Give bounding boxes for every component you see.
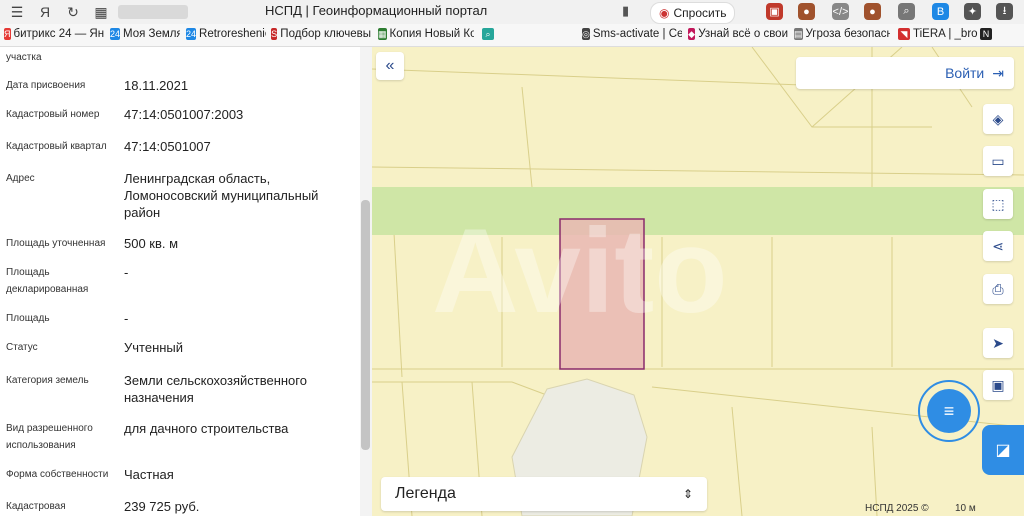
s-icon: S (271, 28, 278, 40)
share-icon: ⋖ (992, 237, 1004, 254)
extension-bear-icon[interactable]: ● (798, 3, 815, 20)
bookmark-item[interactable]: ◆ Узнай всё о свои (688, 28, 788, 40)
menu-icon[interactable]: ☰ (6, 1, 28, 23)
navigation-arrow-icon: ➤ (992, 334, 1004, 351)
doc-icon: ▤ (794, 28, 803, 40)
browser-toolbar: ☰ Я ↻ ▦ НСПД | Геоинформационный портал … (0, 0, 1024, 24)
ask-button[interactable]: ◉ Спросить (650, 2, 736, 24)
downloads-icon[interactable]: ⭳ (996, 3, 1013, 20)
page-title: НСПД | Геоинформационный портал (265, 3, 488, 18)
favicon-icon: ▦ (94, 3, 108, 20)
bookmark-item[interactable]: ▦ Копия Новый Кон (378, 28, 474, 40)
bookmark-item[interactable]: ◥ TiERA | _bro (898, 28, 978, 40)
search-bookmark-icon[interactable]: ⌕ (482, 28, 494, 40)
chat-bubble-icon: ◪ (995, 442, 1011, 459)
layers-icon: ◈ (992, 110, 1004, 127)
double-chevron-left-icon: « (385, 57, 395, 74)
chat-button[interactable]: ≡ (918, 380, 980, 442)
bitrix24-icon: 24 (186, 28, 197, 40)
watermark: Avito (432, 204, 728, 338)
sms-icon: ◎ (582, 28, 590, 40)
ask-label: Спросить (673, 6, 727, 20)
legend-label: Легенда (395, 485, 456, 502)
address-bar-site[interactable] (118, 5, 188, 19)
bookmarks-bar: Я битрикс 24 — Янд 24 Моя Земля 24 Retro… (0, 24, 1024, 47)
car-icon: ◆ (688, 28, 696, 40)
bookmark-item[interactable]: ▤ Угроза безопасн (794, 28, 890, 40)
chat-icon: ≡ (927, 389, 971, 433)
messenger-badge[interactable]: ◪ (982, 425, 1024, 475)
map-copyright: НСПД 2025 © (865, 503, 929, 514)
tiera-icon: ◥ (898, 28, 910, 40)
bookmark-item[interactable]: 24 Retroreshenie (186, 28, 266, 40)
bookmark-item[interactable]: S Подбор ключевы (271, 28, 371, 40)
ruler-icon: ▭ (991, 152, 1005, 169)
map-layer: Avito (372, 47, 1024, 516)
chevron-updown-icon: ⇕ (682, 487, 693, 501)
reload-icon[interactable]: ↻ (62, 1, 84, 23)
minimap-icon: ▣ (991, 376, 1005, 393)
bookmark-item[interactable]: ◎ Sms-activate | Сер (582, 28, 682, 40)
legend-select[interactable]: Легенда ⇕ (381, 477, 707, 511)
extensions-icon[interactable]: ✦ (964, 3, 981, 20)
collapse-panel-button[interactable]: « (376, 52, 404, 80)
top-fragment-label: участка (6, 52, 42, 63)
print-button[interactable]: ⎙ (983, 274, 1013, 304)
bitrix24-icon: 24 (110, 28, 121, 40)
yandex-icon: Я (4, 28, 11, 40)
measure-button[interactable]: ▭ (983, 146, 1013, 176)
parcel-info-panel: участка Дата присвоения 18.11.2021 Кадас… (0, 47, 360, 516)
area-select-button[interactable]: ⬚ (983, 189, 1013, 219)
yandex-icon[interactable]: Я (34, 1, 56, 23)
layers-button[interactable]: ◈ (983, 104, 1013, 134)
panel-scrollbar-thumb[interactable] (361, 200, 370, 450)
bookmark-icon[interactable]: ▮ (622, 3, 629, 19)
login-label: Войти (945, 65, 985, 81)
map-scale: 10 м (955, 503, 976, 514)
extension-bear2-icon[interactable]: ● (864, 3, 881, 20)
share-button[interactable]: ⋖ (983, 231, 1013, 261)
login-icon: ⇥ (992, 64, 1004, 81)
more-bookmarks-icon[interactable]: N (980, 28, 992, 40)
extension-b-icon[interactable]: B (932, 3, 949, 20)
extension-code-icon[interactable]: </> (832, 3, 849, 20)
print-icon: ⎙ (992, 280, 1004, 297)
map-canvas[interactable]: Avito (372, 47, 1024, 516)
extension-red-icon[interactable]: ▣ (766, 3, 783, 20)
extension-search-icon[interactable]: ⌕ (898, 3, 915, 20)
select-search-icon: ⬚ (991, 195, 1005, 212)
minimap-button[interactable]: ▣ (983, 370, 1013, 400)
bookmark-item[interactable]: Я битрикс 24 — Янд (4, 28, 104, 40)
bookmark-item[interactable]: 24 Моя Земля (110, 28, 180, 40)
sheets-icon: ▦ (378, 28, 387, 40)
locate-button[interactable]: ➤ (983, 328, 1013, 358)
login-button[interactable]: Войти ⇥ (796, 57, 1014, 89)
ask-icon: ◉ (659, 6, 670, 20)
